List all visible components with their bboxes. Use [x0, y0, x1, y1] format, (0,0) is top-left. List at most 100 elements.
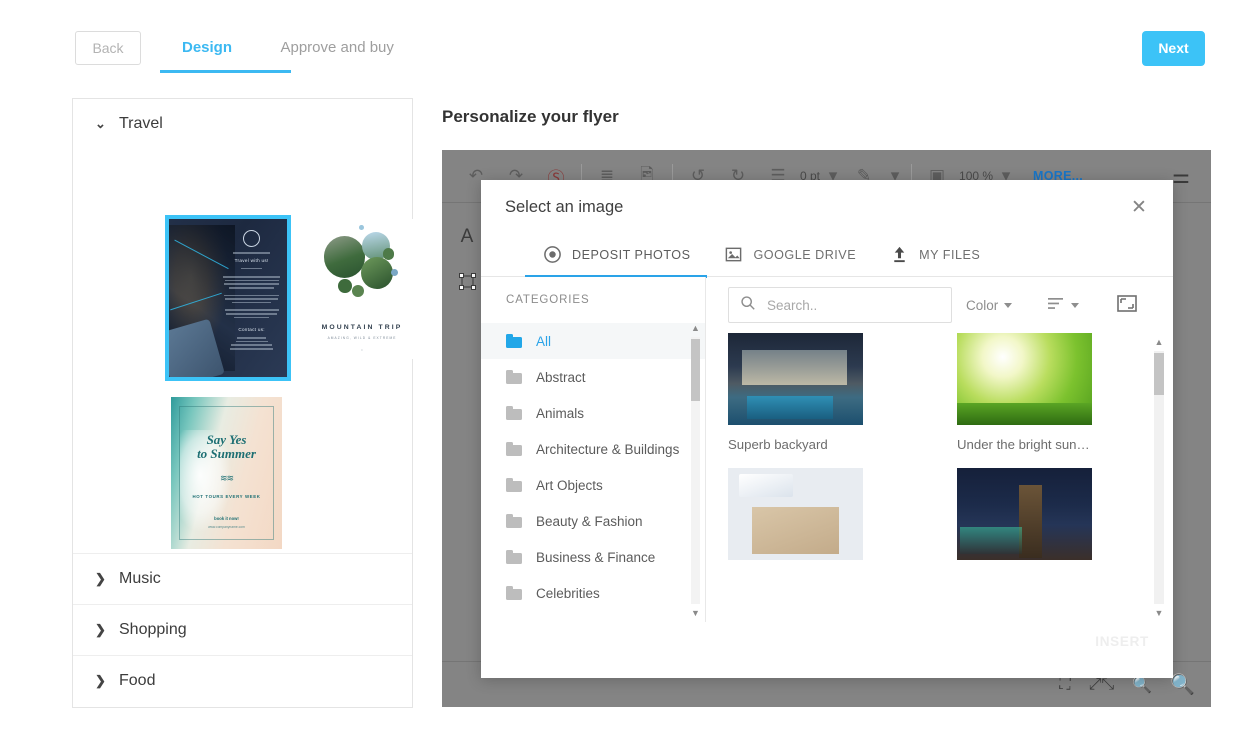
category-item-architecture-buildings[interactable]: Architecture & Buildings: [481, 431, 705, 467]
image-thumbnail[interactable]: [957, 468, 1092, 560]
category-label: Architecture & Buildings: [536, 441, 680, 457]
category-item-beauty-fashion[interactable]: Beauty & Fashion: [481, 503, 705, 539]
categories-scrollbar[interactable]: ▲ ▼: [689, 323, 701, 618]
top-bar: Back Design Approve and buy Next: [0, 0, 1250, 86]
image-caption: Under the bright sun…: [957, 437, 1090, 452]
template-tagline: HOT TOURS EVERY WEEK: [192, 494, 261, 500]
sort-dropdown[interactable]: [1048, 297, 1080, 313]
scroll-up-arrow-icon[interactable]: ▲: [690, 323, 701, 333]
image-result-item[interactable]: Superb backyard: [728, 333, 863, 452]
sidebar-section-travel: ⌄ Travel Travel with us! Contact us: MOU…: [73, 99, 414, 554]
image-size-button[interactable]: [1117, 295, 1138, 315]
sort-icon: [1048, 297, 1065, 313]
category-label: Art Objects: [536, 477, 603, 493]
template-headline: Travel with us!: [234, 257, 269, 263]
template-cta: book it now!: [214, 515, 239, 521]
folder-icon: [506, 405, 522, 420]
template-title-line2: to Summer: [197, 446, 256, 462]
tab-label: GOOGLE DRIVE: [753, 247, 857, 262]
scroll-down-arrow-icon[interactable]: ▼: [1153, 608, 1165, 618]
tab-approve-and-buy[interactable]: Approve and buy: [258, 26, 415, 70]
color-filter-dropdown[interactable]: Color: [966, 298, 1013, 313]
template-contact-label: Contact us:: [238, 327, 265, 333]
tab-google-drive[interactable]: GOOGLE DRIVE: [707, 233, 873, 277]
image-result-item[interactable]: [957, 468, 1092, 572]
image-thumbnail[interactable]: [728, 333, 863, 425]
folder-icon: [506, 513, 522, 528]
scrollbar-thumb[interactable]: [691, 339, 700, 401]
chevron-right-icon: ❯: [95, 571, 106, 586]
upload-icon: [888, 244, 910, 266]
fit-to-screen-icon[interactable]: ⛶: [1059, 676, 1070, 694]
back-button[interactable]: Back: [75, 31, 141, 65]
scroll-up-arrow-icon[interactable]: ▲: [1153, 337, 1165, 347]
gallery-toolbar: Color: [706, 277, 1173, 333]
deposit-photos-icon: [541, 244, 563, 266]
image-thumbnail[interactable]: [728, 468, 863, 560]
category-item-abstract[interactable]: Abstract: [481, 359, 705, 395]
sidebar-section-header-music[interactable]: ❯ Music: [73, 554, 412, 604]
dialog-tabs: DEPOSIT PHOTOS GOOGLE DRIVE MY FILES: [481, 233, 1173, 278]
zoom-in-icon[interactable]: 🔍: [1170, 672, 1195, 697]
template-sidebar: ⌄ Travel Travel with us! Contact us: MOU…: [72, 98, 414, 708]
category-item-art-objects[interactable]: Art Objects: [481, 467, 705, 503]
chevron-right-icon: ❯: [95, 673, 106, 688]
category-label: All: [536, 333, 552, 349]
tab-design[interactable]: Design: [160, 26, 254, 70]
image-thumbnail[interactable]: [957, 333, 1092, 425]
folder-icon: [506, 585, 522, 600]
category-item-animals[interactable]: Animals: [481, 395, 705, 431]
wave-icon: ≋≋: [219, 473, 234, 483]
dialog-title: Select an image: [505, 198, 624, 216]
image-result-item[interactable]: Under the bright sun…: [957, 333, 1092, 452]
sidebar-section-header-travel[interactable]: ⌄ Travel: [73, 99, 412, 149]
sidebar-section-label: Music: [119, 570, 161, 587]
categories-list[interactable]: All Abstract Animals Architecture & Buil…: [481, 323, 705, 622]
search-field[interactable]: [765, 296, 935, 314]
category-item-business-finance[interactable]: Business & Finance: [481, 539, 705, 575]
sidebar-section-header-food[interactable]: ❯ Food: [73, 656, 412, 706]
sidebar-section-label: Food: [119, 672, 156, 689]
gallery-scrollbar[interactable]: ▲ ▼: [1152, 337, 1165, 618]
category-item-celebrities[interactable]: Celebrities: [481, 575, 705, 611]
scroll-down-arrow-icon[interactable]: ▼: [690, 608, 701, 618]
template-title: MOUNTAIN TRIP: [321, 324, 403, 331]
tab-my-files[interactable]: MY FILES: [872, 233, 996, 277]
template-title-line1: Say Yes: [206, 432, 247, 448]
search-icon: [740, 295, 756, 316]
chevron-right-icon: ❯: [95, 622, 106, 637]
folder-icon: [506, 369, 522, 384]
tab-label: MY FILES: [919, 247, 981, 262]
image-result-item[interactable]: [728, 468, 863, 572]
template-divider-dot: •: [361, 347, 363, 352]
close-icon[interactable]: ✕: [1125, 194, 1153, 222]
chevron-down-icon: [1071, 302, 1080, 308]
tab-deposit-photos[interactable]: DEPOSIT PHOTOS: [525, 233, 707, 278]
template-url: www.companyname.com: [208, 524, 245, 529]
search-input[interactable]: [728, 287, 952, 323]
sidebar-section-label: Travel: [119, 115, 163, 132]
template-grid: Travel with us! Contact us: MOUNTAIN TRI…: [73, 149, 414, 553]
categories-panel: CATEGORIES All Abstract Animals Architec…: [481, 277, 706, 622]
insert-button[interactable]: INSERT: [1095, 634, 1149, 649]
category-label: Animals: [536, 405, 585, 421]
image-results-grid: Superb backyard Under the bright sun…: [728, 333, 1145, 622]
category-label: Celebrities: [536, 585, 600, 601]
scrollbar-thumb[interactable]: [1154, 353, 1164, 395]
image-caption: Superb backyard: [728, 437, 828, 452]
categories-heading: CATEGORIES: [506, 294, 590, 306]
sidebar-section-header-shopping[interactable]: ❯ Shopping: [73, 605, 412, 655]
sidebar-section-label: Shopping: [119, 621, 187, 638]
template-card-mountain-trip[interactable]: MOUNTAIN TRIP AMAZING, WILD & EXTREME •: [310, 219, 414, 359]
chevron-down-icon: [1004, 302, 1013, 308]
next-button[interactable]: Next: [1142, 31, 1205, 66]
category-label: Abstract: [536, 369, 586, 385]
template-subtitle: AMAZING, WILD & EXTREME: [327, 336, 397, 340]
template-card-say-yes-to-summer[interactable]: Say Yes to Summer ≋≋ HOT TOURS EVERY WEE…: [171, 397, 282, 549]
dialog-body: CATEGORIES All Abstract Animals Architec…: [481, 277, 1173, 622]
collapse-icon[interactable]: ⤢⤡: [1089, 676, 1115, 694]
template-card-travel-with-us[interactable]: Travel with us! Contact us:: [165, 215, 291, 381]
category-item-all[interactable]: All: [481, 323, 705, 359]
step-tabs: Design Approve and buy: [160, 26, 416, 86]
category-label: Business & Finance: [536, 549, 656, 565]
